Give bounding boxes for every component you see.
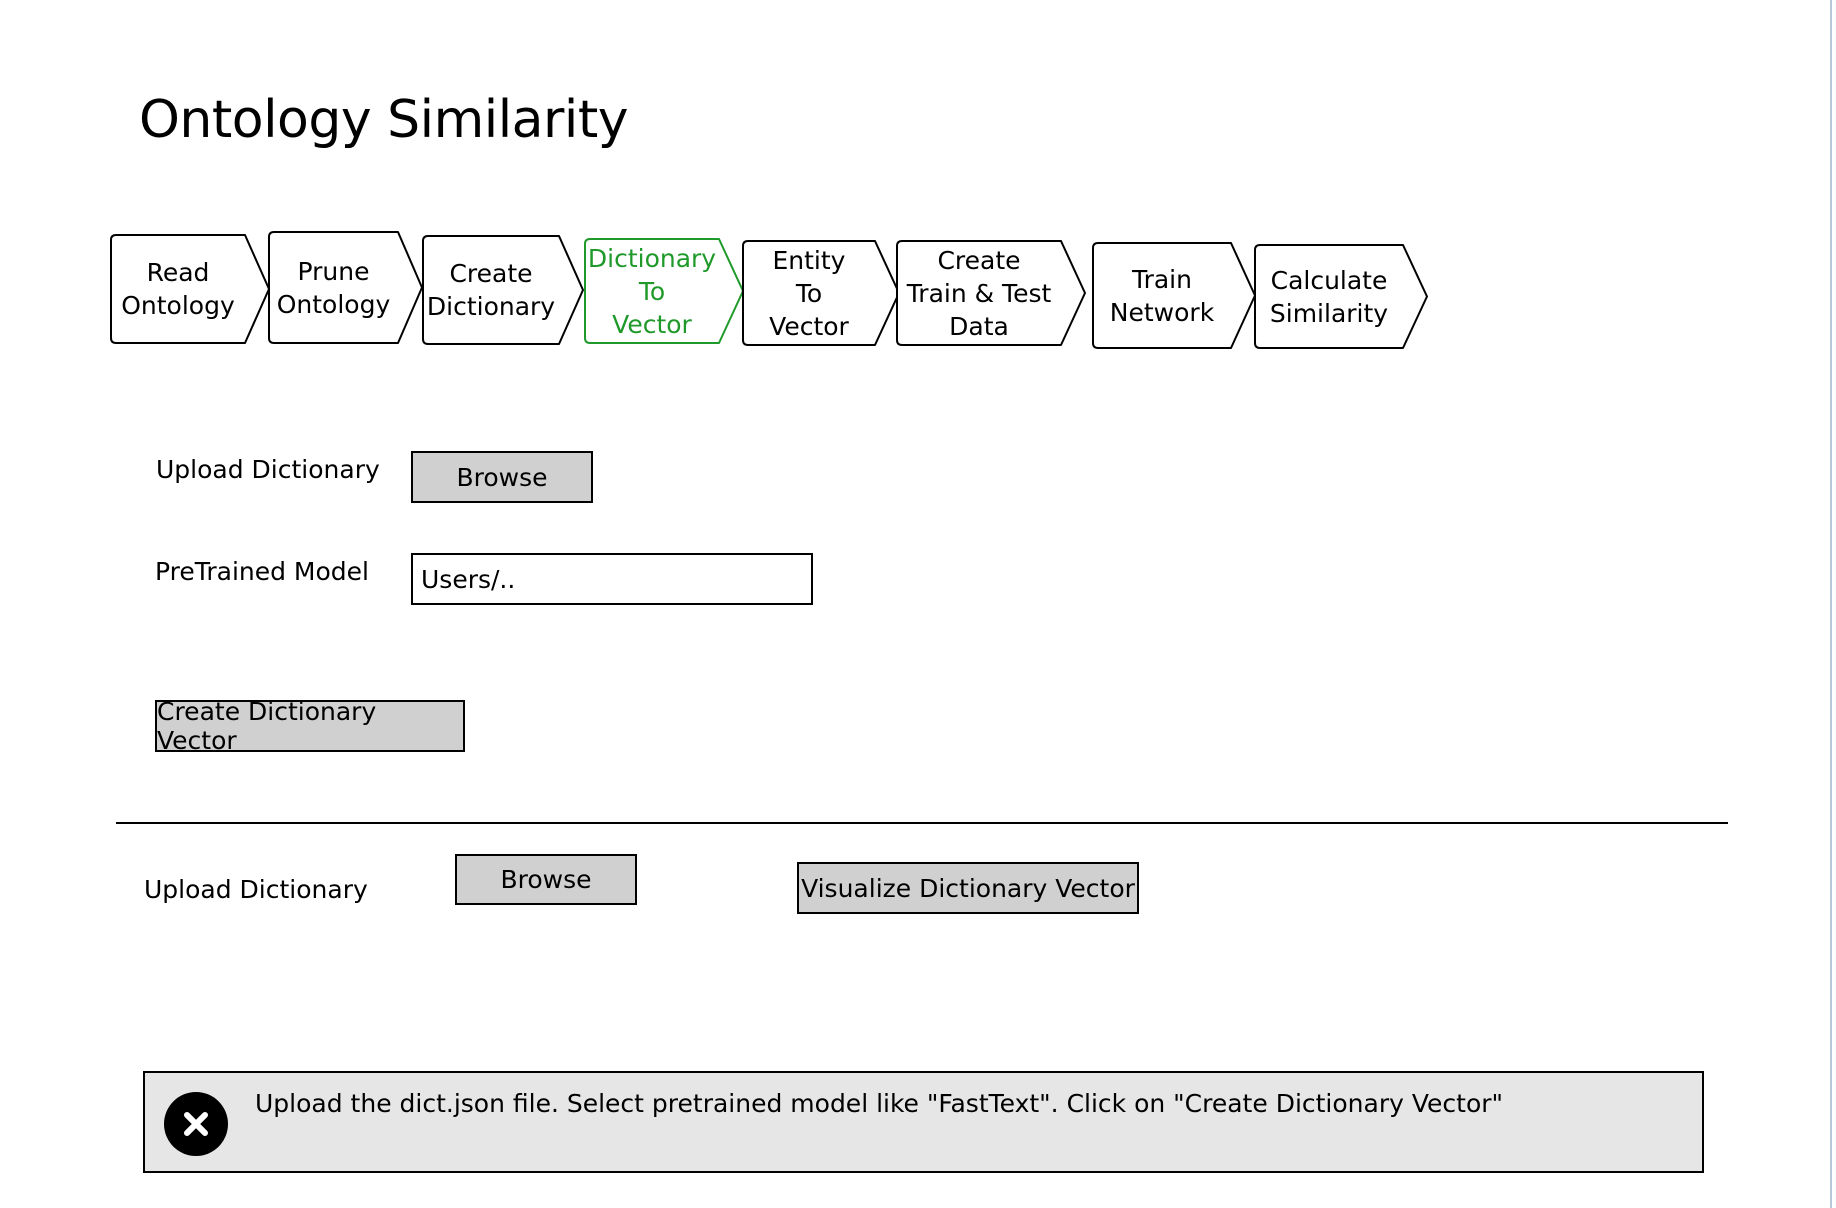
workflow-step-label: Train Network (1109, 264, 1215, 327)
workflow-step-label: Create Train & Test Data (906, 245, 1052, 341)
workflow-step-label: Read Ontology (121, 258, 235, 320)
workflow-step[interactable]: Entity To Vector (742, 240, 900, 346)
workflow-step[interactable]: Create Train & Test Data (896, 240, 1086, 346)
workflow-step[interactable]: Read Ontology (110, 234, 270, 344)
visualize-dictionary-vector-button[interactable]: Visualize Dictionary Vector (797, 862, 1139, 914)
workflow-step-label: Dictionary To Vector (587, 243, 717, 339)
pretrained-model-input[interactable]: Users/.. (411, 553, 813, 605)
info-notice: Upload the dict.json file. Select pretra… (143, 1071, 1704, 1173)
close-icon[interactable] (164, 1092, 228, 1156)
workflow-step[interactable]: Dictionary To Vector (584, 238, 744, 344)
notice-message: Upload the dict.json file. Select pretra… (255, 1089, 1504, 1118)
browse-dictionary-button[interactable]: Browse (411, 451, 593, 503)
workflow-step-label: Calculate Similarity (1269, 265, 1389, 328)
page-title: Ontology Similarity (139, 90, 629, 150)
workflow-step-label: Prune Ontology (276, 256, 391, 319)
workflow-step[interactable]: Create Dictionary (422, 235, 584, 345)
pretrained-model-label: PreTrained Model (155, 557, 369, 586)
upload-dictionary-label-2: Upload Dictionary (144, 875, 368, 904)
workflow-step-label: Entity To Vector (769, 245, 849, 341)
workflow-step[interactable]: Prune Ontology (268, 231, 423, 344)
workflow-step-label: Create Dictionary (426, 259, 556, 321)
window-edge (1830, 0, 1832, 1208)
workflow-step[interactable]: Calculate Similarity (1254, 244, 1428, 349)
section-divider (116, 822, 1728, 824)
workflow-step[interactable]: Train Network (1092, 242, 1256, 349)
upload-dictionary-label: Upload Dictionary (156, 455, 380, 484)
browse-dictionary-button-2[interactable]: Browse (455, 854, 637, 905)
create-dictionary-vector-button[interactable]: Create Dictionary Vector (155, 697, 465, 755)
